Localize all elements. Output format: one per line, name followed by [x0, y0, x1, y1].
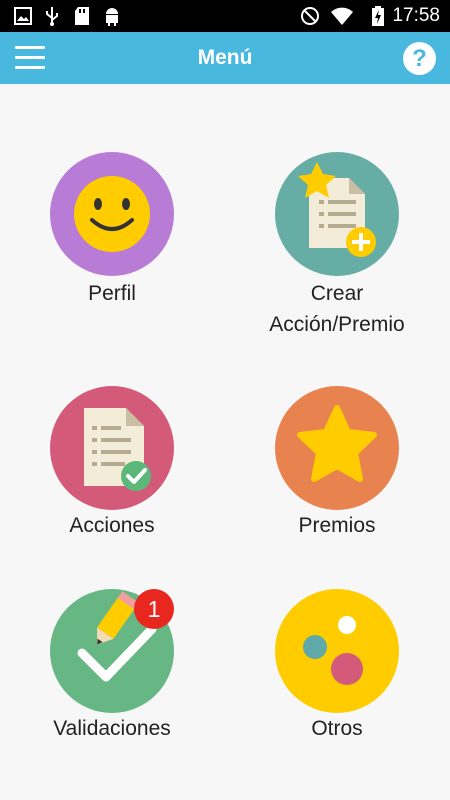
validaciones-circle: 1 [50, 589, 174, 713]
status-bar: 17:58 [0, 0, 450, 32]
menu-item-validaciones[interactable]: 1 Validaciones [12, 589, 212, 789]
menu-item-label-text: Crear Acción/Premio [269, 282, 405, 336]
menu-item-acciones[interactable]: Acciones [12, 386, 212, 586]
usb-icon [44, 6, 60, 26]
menu-item-label: Validaciones [53, 717, 171, 740]
app-bar: Menú ? [0, 32, 450, 84]
menu-item-label: Otros [311, 717, 363, 740]
menu-item-crear[interactable]: Crear Acción/Premio [237, 152, 437, 352]
crear-circle [275, 152, 399, 276]
help-icon: ? [412, 44, 427, 72]
document-check-icon [84, 408, 151, 491]
menu-item-label: Crear Acción/Premio [237, 278, 437, 340]
menu-item-premios[interactable]: Premios [237, 386, 437, 586]
page-title: Menú [197, 46, 253, 69]
do-not-disturb-icon [300, 6, 320, 26]
menu-item-label: Premios [298, 514, 376, 537]
perfil-circle [50, 152, 174, 276]
menu-item-label: Acciones [69, 514, 155, 537]
notification-badge: 1 [134, 589, 174, 629]
menu-item-perfil[interactable]: Perfil [12, 152, 212, 352]
battery-charging-icon [371, 6, 385, 26]
acciones-circle [50, 386, 174, 510]
star-icon [297, 405, 377, 482]
android-icon [103, 6, 121, 26]
dots-icon [303, 616, 363, 685]
menu-item-otros[interactable]: Otros [237, 589, 437, 789]
premios-circle [275, 386, 399, 510]
help-button[interactable]: ? [403, 42, 436, 75]
image-icon [14, 6, 32, 26]
create-document-star-icon [298, 162, 376, 257]
status-time: 17:58 [392, 5, 440, 26]
sd-card-icon [74, 6, 90, 26]
wifi-icon [330, 6, 354, 26]
menu-item-label: Perfil [88, 282, 136, 305]
smiley-face-icon [74, 176, 150, 252]
otros-circle [275, 589, 399, 713]
